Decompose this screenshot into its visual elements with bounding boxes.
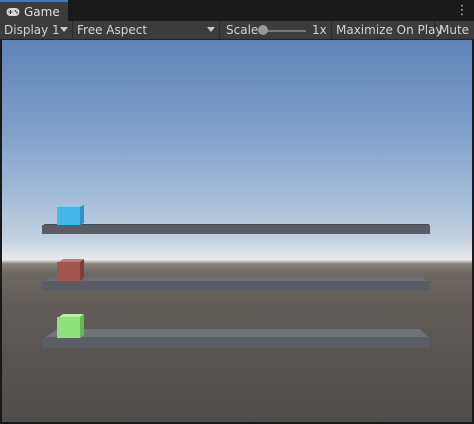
maximize-on-play-button[interactable]: Maximize On Play	[332, 20, 443, 40]
tab-game-label: Game	[24, 4, 60, 19]
tab-game[interactable]: Game	[0, 0, 68, 21]
platform-top	[42, 224, 430, 234]
gamepad-icon	[6, 5, 20, 19]
display-dropdown[interactable]: Display 1	[0, 20, 73, 40]
tab-bar: Game ⋮	[0, 0, 474, 21]
scale-value: 1x	[312, 22, 327, 37]
game-viewport[interactable]	[2, 40, 472, 422]
chevron-down-icon	[207, 26, 215, 32]
kebab-menu-icon[interactable]: ⋮	[456, 4, 469, 18]
cube-green	[57, 314, 84, 338]
aspect-dropdown-label: Free Aspect	[77, 23, 148, 37]
platform-middle	[42, 277, 430, 291]
aspect-dropdown[interactable]: Free Aspect	[73, 20, 220, 40]
scale-slider-handle[interactable]	[258, 24, 268, 35]
chevron-down-icon	[60, 26, 68, 32]
game-window: Game ⋮ Display 1 Free Aspect Scale 1x Ma…	[0, 0, 474, 424]
scale-label: Scale	[226, 23, 259, 37]
cube-red	[57, 259, 84, 281]
maximize-on-play-label: Maximize On Play	[336, 23, 443, 37]
game-toolbar: Display 1 Free Aspect Scale 1x Maximize …	[0, 20, 474, 40]
mute-label: Mute	[439, 23, 470, 37]
cube-blue	[57, 205, 84, 225]
mute-button[interactable]: Mute	[435, 21, 473, 40]
platform-bottom	[42, 329, 430, 348]
scale-control: Scale 1x	[220, 20, 332, 40]
display-dropdown-label: Display 1	[4, 23, 60, 37]
